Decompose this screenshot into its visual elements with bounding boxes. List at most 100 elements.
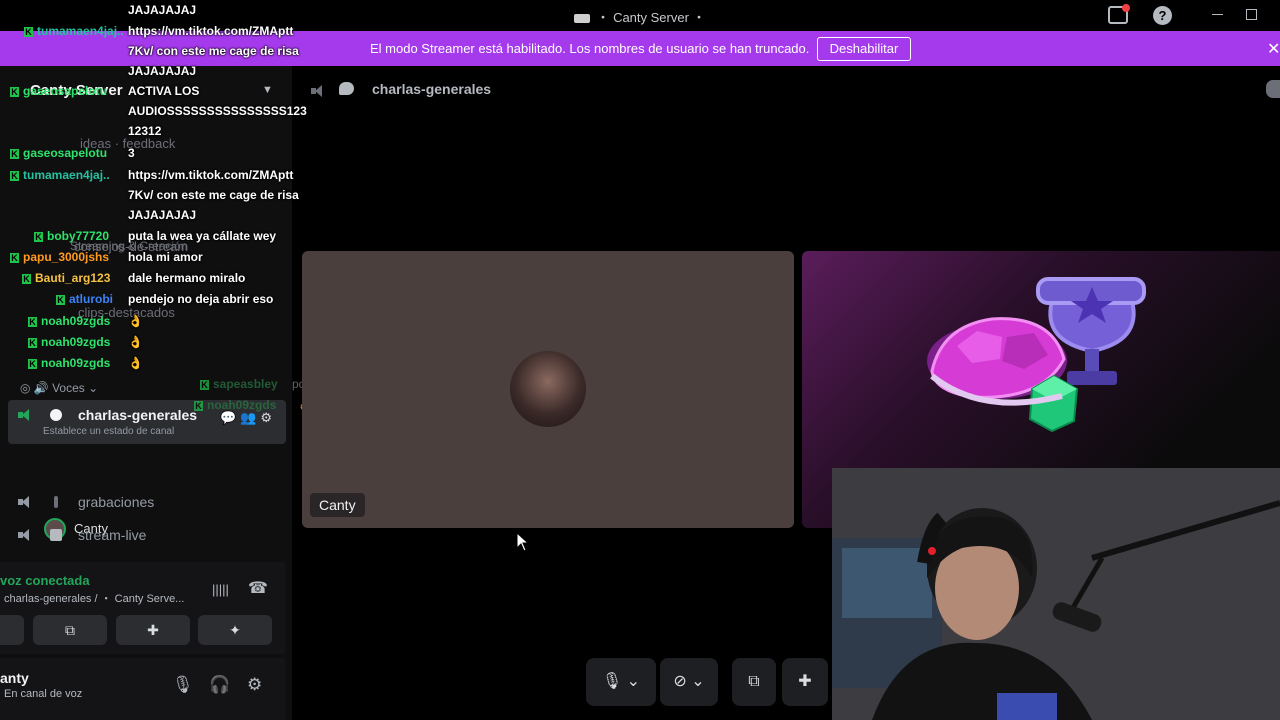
screen-share-icon: ⧉ (65, 622, 75, 638)
kick-badge-icon: K (10, 86, 19, 97)
voice-channel-stream-live[interactable]: stream-live (8, 520, 286, 552)
chevron-down-icon[interactable]: ⌄ (691, 673, 704, 690)
chat-message: JAJAJAJAJ (128, 64, 197, 78)
soundboard-icon: ✦ (229, 622, 241, 638)
chat-username: Kpapu_3000jshs (10, 250, 109, 264)
mic-icon: 🎙 (601, 673, 623, 690)
chat-message: AUDIOSSSSSSSSSSSSSSS123 (128, 104, 307, 118)
kick-badge-icon: K (34, 231, 43, 242)
voice-location[interactable]: charlas-generales / ・ Canty Serve... (4, 590, 184, 606)
kick-badge-icon: K (194, 400, 203, 411)
chat-username-text: atlurobi (69, 292, 113, 306)
call-controls: 🎙 ⌄ ⊘ ⌄ ⧉ ✚ (586, 658, 832, 708)
camera-button[interactable] (0, 615, 24, 645)
mute-button[interactable]: 🎙 ⌄ (586, 658, 656, 706)
voice-status-panel: voz conectada charlas-generales / ・ Cant… (0, 562, 285, 654)
kick-badge-icon: K (10, 170, 19, 181)
close-banner-icon[interactable]: ✕ (1267, 39, 1280, 59)
chat-username: Ktumamaen4jaj.. (24, 24, 124, 38)
chat-message: 7Kv/ con este me cage de risa (128, 44, 299, 58)
activities-icon: ✚ (798, 673, 812, 690)
headset-icon[interactable]: 🎧 (209, 675, 230, 695)
chat-message: 👌 (128, 356, 143, 370)
chat-message: hola mi amor (128, 250, 203, 264)
activities-icon: ✚ (147, 622, 159, 638)
voice-channel-label: grabaciones (78, 494, 155, 510)
member-list-icon[interactable] (1266, 80, 1280, 98)
chat-username: Kgaseosapelotu (10, 84, 107, 98)
username[interactable]: anty (0, 670, 29, 686)
kick-badge-icon: K (10, 148, 19, 159)
activities-button[interactable]: ✚ (116, 615, 190, 645)
channel-header: charlas-generales (293, 66, 1280, 114)
chat-message: dale hermano miralo (128, 271, 246, 285)
disable-streamer-button[interactable]: Deshabilitar (817, 37, 911, 61)
chat-message: https://vm.tiktok.com/ZMAptt (128, 168, 294, 182)
chat-username-text: noah09zgds (207, 398, 277, 412)
screen-share-icon: ⧉ (748, 673, 760, 690)
banner-message: El modo Streamer está habilitado. Los no… (370, 41, 810, 56)
chat-message: 3 (128, 146, 135, 160)
speaker-icon (18, 496, 32, 508)
chevron-down-icon[interactable]: ⌄ (627, 673, 640, 690)
chat-message: 👌 (128, 314, 143, 328)
inbox-icon[interactable] (1108, 4, 1130, 24)
chat-username-text: boby77720 (47, 229, 110, 243)
maximize-button[interactable] (1246, 9, 1257, 20)
screen-share-button[interactable]: ⧉ (732, 658, 776, 706)
broadcast-icon (50, 529, 62, 541)
chat-message: 12312 (128, 124, 162, 138)
chat-username-text: tumamaen4jaj.. (37, 24, 124, 38)
server-logo-icon (574, 14, 591, 24)
streamer-webcam-image (832, 468, 1280, 720)
chat-message: pendejo no deja abrir eso (128, 292, 274, 306)
noise-suppression-icon[interactable]: ||||| (212, 582, 229, 597)
chat-username: K Bauti_arg123 (22, 271, 110, 285)
chat-username: Knoah09zgds (194, 398, 276, 412)
chat-username: Ksapeasbley (200, 377, 278, 391)
chat-username-text: gaseosapelotu (23, 146, 108, 160)
mic-icon[interactable]: 🎙 (172, 675, 194, 695)
chat-username-text: sapeasbley (213, 377, 278, 391)
screen-share-button[interactable]: ⧉ (33, 615, 107, 645)
chat-message: JAJAJAJAJ (128, 3, 197, 17)
voice-channel-label: stream-live (78, 527, 147, 543)
help-icon[interactable]: ? (1153, 6, 1172, 25)
activities-button[interactable]: ✚ (782, 658, 828, 706)
channel-title: charlas-generales (372, 81, 492, 97)
chat-username-text: tumamaen4jaj.. (23, 168, 110, 182)
chat-username: Ktumamaen4jaj.. (10, 168, 110, 182)
chat-bubble-icon[interactable] (339, 82, 354, 95)
chat-message: https://vm.tiktok.com/ZMAptt (128, 24, 294, 38)
participant-name: Canty (310, 493, 365, 517)
chat-username: Knoah09zgds (28, 335, 110, 349)
channel-status-hint[interactable]: Establece un estado de canal (43, 426, 174, 437)
chat-message: 7Kv/ con este me cage de risa (128, 188, 299, 202)
camera-toggle-button[interactable]: ⊘ ⌄ (660, 658, 718, 706)
chat-message: puta la wea ya cállate wey (128, 229, 277, 243)
kick-badge-icon: K (10, 252, 19, 263)
user-status: En canal de voz (4, 688, 83, 700)
soundboard-button[interactable]: ✦ (198, 615, 272, 645)
kick-badge-icon: K (24, 26, 33, 37)
settings-gear-icon[interactable]: ⚙ (247, 675, 262, 695)
chat-username-text: noah09zgds (41, 356, 111, 370)
voice-connected-status[interactable]: voz conectada (0, 573, 90, 588)
chat-message: 👌 (128, 335, 143, 349)
kick-badge-icon: K (22, 273, 31, 284)
participant-tile[interactable]: Canty (302, 251, 794, 528)
chat-message: JAJAJAJAJ (128, 208, 197, 222)
chat-username-text: noah09zgds (41, 335, 111, 349)
speaker-icon (18, 529, 32, 541)
minimize-button[interactable] (1212, 14, 1223, 15)
chat-username: Kboby77720 (34, 229, 109, 243)
chat-username: Kgaseosapelotu (10, 146, 107, 160)
chat-message: ACTIVA LOS (128, 84, 200, 98)
chat-username: Knoah09zgds (28, 314, 110, 328)
webcam-overlay (832, 468, 1280, 720)
chat-username-text: noah09zgds (41, 314, 111, 328)
disconnect-icon[interactable]: ☎ (248, 578, 268, 598)
user-panel: anty En canal de voz 🎙 🎧 ⚙ (0, 658, 285, 720)
voice-channel-grabaciones[interactable]: grabaciones (8, 487, 286, 519)
stream-chat-overlay: JAJAJAJAJ Ktumamaen4jaj.. https://vm.tikto… (0, 0, 330, 420)
